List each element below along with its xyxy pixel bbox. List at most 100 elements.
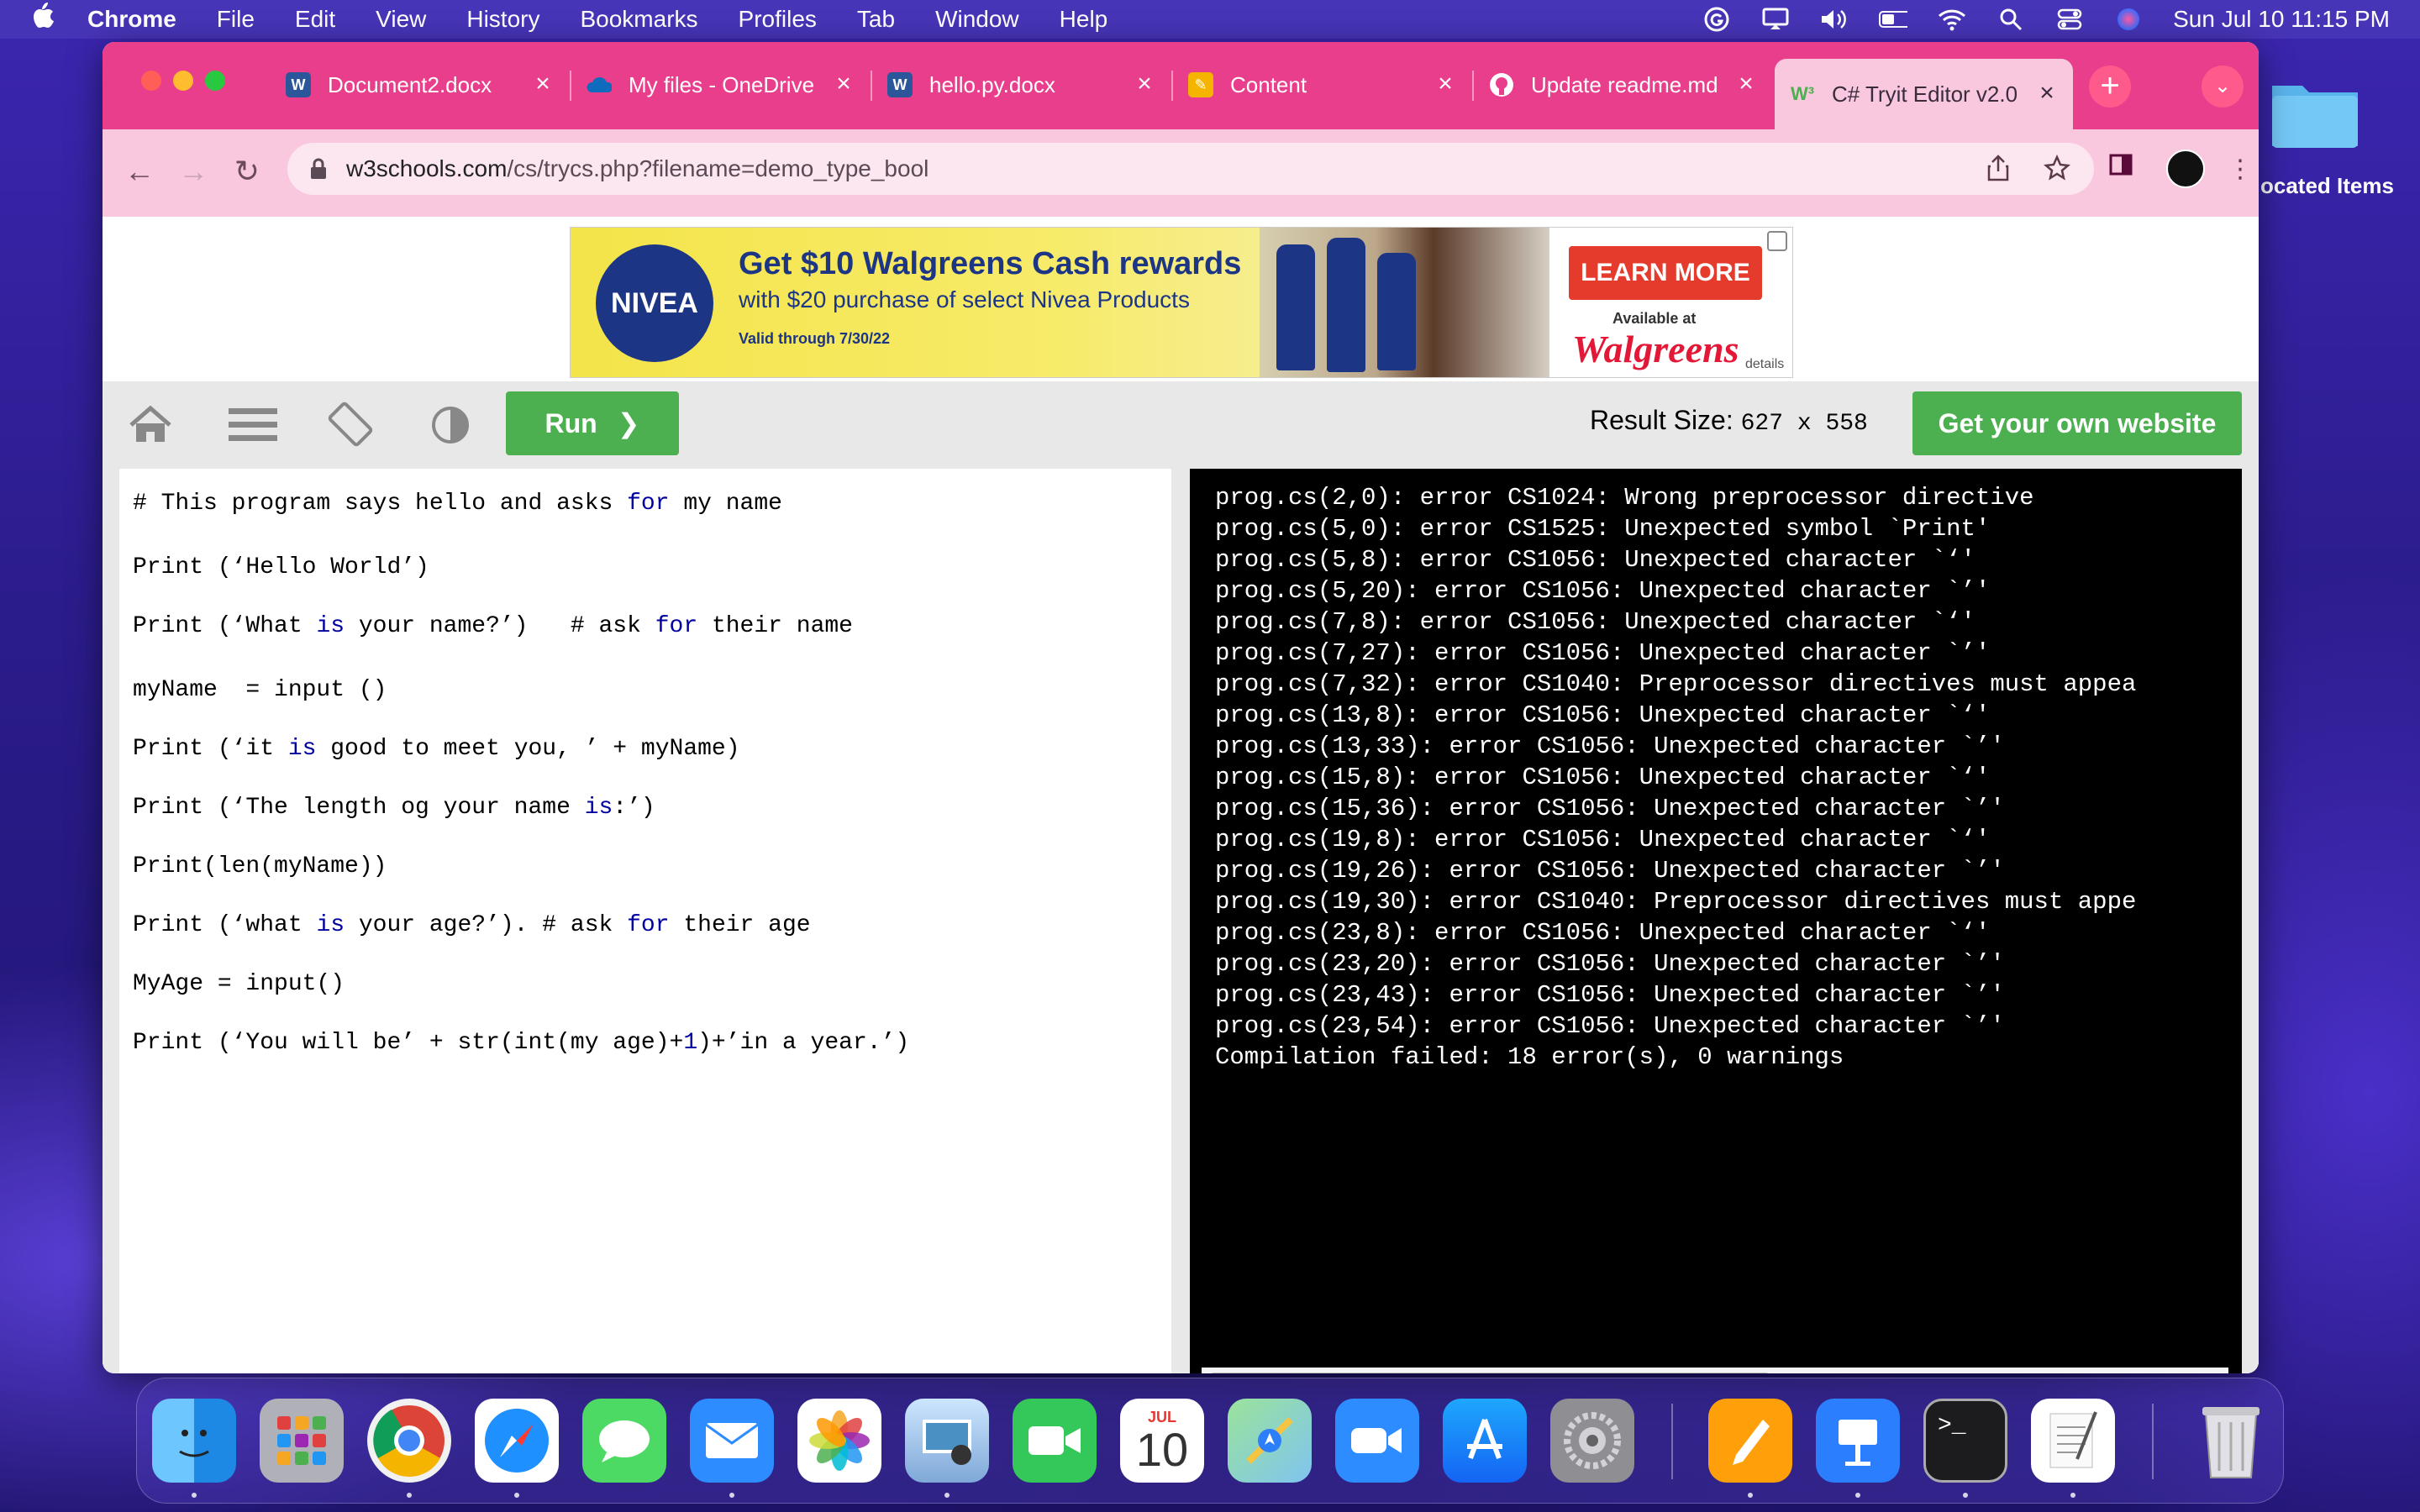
share-icon[interactable] <box>1986 155 2010 187</box>
menu-file[interactable]: File <box>217 6 255 33</box>
code-line[interactable]: MyAge = input() <box>133 968 345 1001</box>
learn-more-button[interactable]: LEARN MORE <box>1569 246 1762 300</box>
desktop-folder-icon[interactable] <box>2269 74 2361 151</box>
close-window-button[interactable] <box>141 71 161 91</box>
launchpad-icon[interactable] <box>260 1399 344 1483</box>
zoom-icon[interactable] <box>1335 1399 1419 1483</box>
ad-headline: Get $10 Walgreens Cash rewards <box>739 246 1242 281</box>
forward-icon[interactable]: → <box>175 153 212 190</box>
ad-details-link[interactable]: details <box>1745 357 1784 372</box>
calendar-icon[interactable]: JUL 10 <box>1120 1399 1204 1483</box>
siri-icon[interactable] <box>2114 7 2143 32</box>
menu-bar-clock[interactable]: Sun Jul 10 11:15 PM <box>2173 6 2390 33</box>
more-options-icon[interactable]: ⋮ <box>2222 151 2259 188</box>
result-size-value: 627 x 558 <box>1740 411 1868 437</box>
app-store-icon[interactable] <box>1443 1399 1527 1483</box>
menu-edit[interactable]: Edit <box>295 6 335 33</box>
adchoices-icon[interactable] <box>1767 231 1787 251</box>
run-button[interactable]: Run ❯ <box>506 391 679 455</box>
volume-icon[interactable] <box>1820 7 1849 32</box>
apple-menu-icon[interactable] <box>30 2 67 37</box>
facetime-icon[interactable] <box>1013 1399 1097 1483</box>
tab-search-button[interactable]: ⌄ <box>2202 66 2244 108</box>
code-line[interactable]: Print (‘What is your name?’) # ask for t… <box>133 610 853 643</box>
tab-hello-py[interactable]: W hello.py.docx × <box>872 59 1171 111</box>
new-tab-button[interactable]: + <box>2089 66 2131 108</box>
menu-view[interactable]: View <box>376 6 426 33</box>
menu-help[interactable]: Help <box>1060 6 1108 33</box>
dock-separator <box>2152 1404 2154 1479</box>
code-editor[interactable]: # This program says hello and asks for m… <box>119 469 1171 1373</box>
code-line[interactable]: myName = input () <box>133 674 387 707</box>
code-line[interactable]: Print (‘it is good to meet you, ’ + myNa… <box>133 732 740 766</box>
safari-icon[interactable] <box>475 1399 559 1483</box>
system-preferences-icon[interactable] <box>1550 1399 1634 1483</box>
sidebar-icon[interactable] <box>2102 151 2139 188</box>
close-tab-icon[interactable]: × <box>1431 70 1460 98</box>
address-bar[interactable]: w3schools.com/cs/trycs.php?filename=demo… <box>287 143 2094 195</box>
profile-avatar[interactable] <box>2166 150 2205 188</box>
pages-icon[interactable] <box>1708 1399 1792 1483</box>
theme-toggle-icon[interactable] <box>430 405 476 444</box>
chrome-icon[interactable] <box>367 1399 451 1483</box>
code-line[interactable]: Print (‘Hello World’) <box>133 551 429 585</box>
close-tab-icon[interactable]: × <box>529 70 557 98</box>
code-text: good to meet you, ’ + myName) <box>316 736 740 762</box>
bookmark-star-icon[interactable] <box>2044 154 2070 187</box>
home-icon[interactable] <box>128 405 173 444</box>
tab-github[interactable]: Update readme.md × <box>1474 59 1772 111</box>
rotate-layout-icon[interactable] <box>326 402 373 447</box>
back-icon[interactable]: ← <box>121 153 158 190</box>
get-your-own-website-button[interactable]: Get your own website <box>1912 391 2242 455</box>
ad-valid-date: Valid through 7/30/22 <box>739 330 891 347</box>
keynote-icon[interactable] <box>1816 1399 1900 1483</box>
menu-tab[interactable]: Tab <box>857 6 895 33</box>
menu-window[interactable]: Window <box>935 6 1019 33</box>
compiler-error-line: prog.cs(15,36): error CS1056: Unexpected… <box>1215 795 2005 822</box>
terminal-icon[interactable]: >_ <box>1923 1399 2007 1483</box>
wifi-icon[interactable] <box>1938 7 1966 32</box>
close-tab-icon[interactable]: × <box>2033 79 2061 108</box>
screen-mirroring-icon[interactable] <box>1761 7 1790 32</box>
control-center-icon[interactable] <box>2055 7 2084 32</box>
lock-icon[interactable] <box>309 158 328 180</box>
photos-icon[interactable] <box>797 1399 881 1483</box>
nivea-ad-banner[interactable]: NIVEA Get $10 Walgreens Cash rewards wit… <box>570 227 1793 378</box>
result-pane[interactable]: prog.cs(2,0): error CS1024: Wrong prepro… <box>1190 469 2242 1373</box>
menu-history[interactable]: History <box>466 6 539 33</box>
menu-icon[interactable] <box>229 405 277 444</box>
textedit-icon[interactable] <box>2031 1399 2115 1483</box>
code-line[interactable]: Print (‘what is your age?’). # ask for t… <box>133 909 811 942</box>
maps-icon[interactable] <box>1228 1399 1312 1483</box>
messages-icon[interactable] <box>582 1399 666 1483</box>
reload-icon[interactable]: ↻ <box>229 153 266 190</box>
horizontal-scrollbar[interactable] <box>1202 1368 2228 1373</box>
zoom-window-button[interactable] <box>205 71 225 91</box>
grammarly-icon[interactable] <box>1702 7 1731 32</box>
code-line[interactable]: # This program says hello and asks for m… <box>133 487 782 521</box>
menu-app-name[interactable]: Chrome <box>87 6 176 33</box>
menu-bookmarks[interactable]: Bookmarks <box>580 6 697 33</box>
product-bottle-image <box>1327 238 1365 372</box>
url-host: w3schools.com <box>346 155 508 181</box>
trash-icon[interactable] <box>2189 1399 2273 1483</box>
close-tab-icon[interactable]: × <box>1732 70 1760 98</box>
code-line[interactable]: Print(len(myName)) <box>133 850 387 884</box>
tab-document2[interactable]: W Document2.docx × <box>271 59 569 111</box>
mail-icon[interactable] <box>690 1399 774 1483</box>
desktop-folder-label[interactable]: ocated Items <box>2260 173 2394 199</box>
spotlight-search-icon[interactable] <box>1996 7 2025 32</box>
code-line[interactable]: Print (‘You will be’ + str(int(my age)+1… <box>133 1026 909 1060</box>
tab-onedrive[interactable]: My files - OneDrive × <box>571 59 870 111</box>
chrome-window: W Document2.docx × My files - OneDrive ×… <box>103 42 2259 1373</box>
preview-icon[interactable] <box>905 1399 989 1483</box>
close-tab-icon[interactable]: × <box>829 70 858 98</box>
tab-tryit-editor[interactable]: W³ C# Tryit Editor v2.0 × <box>1775 59 2073 129</box>
tab-content[interactable]: ✎ Content × <box>1173 59 1471 111</box>
code-line[interactable]: Print (‘The length og your name is:’) <box>133 791 655 825</box>
close-tab-icon[interactable]: × <box>1130 70 1159 98</box>
menu-profiles[interactable]: Profiles <box>739 6 817 33</box>
finder-icon[interactable] <box>152 1399 236 1483</box>
battery-icon[interactable] <box>1879 7 1908 32</box>
minimize-window-button[interactable] <box>173 71 193 91</box>
